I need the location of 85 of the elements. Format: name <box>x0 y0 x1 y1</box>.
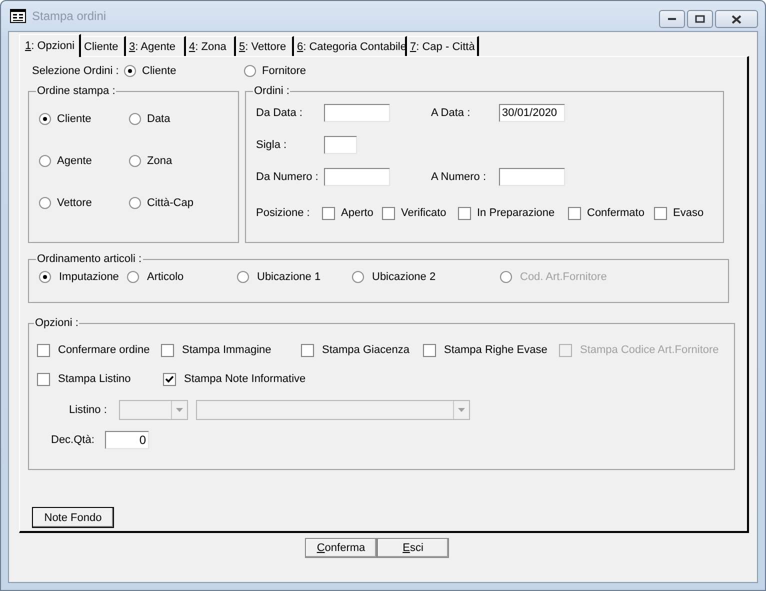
radio-button[interactable] <box>127 271 139 283</box>
radio-label: Cliente <box>57 113 92 125</box>
checkbox-label: In Preparazione <box>477 207 555 219</box>
maximize-icon <box>695 15 705 23</box>
radio-label: Città-Cap <box>147 197 194 209</box>
tab[interactable]: 4: Zona <box>186 36 236 56</box>
input-field[interactable] <box>324 104 390 122</box>
checkbox[interactable] <box>322 206 335 220</box>
dialog-button[interactable]: Esci <box>377 538 449 558</box>
radio-button[interactable] <box>129 113 141 125</box>
minimize-button[interactable] <box>659 10 685 28</box>
group-title: Ordinamento articoli : <box>36 253 143 265</box>
radio-label: Articolo <box>147 271 184 283</box>
window-title: Stampa ordini <box>32 9 108 23</box>
tab[interactable]: 3: Agente <box>126 36 186 56</box>
checkbox[interactable] <box>301 344 314 356</box>
group-title: Ordine stampa : <box>36 85 116 97</box>
group-title: Opzioni : <box>34 317 80 329</box>
radio-label: Zona <box>147 155 172 167</box>
checkbox-label: Stampa Giacenza <box>322 344 410 356</box>
input-field[interactable]: 0 <box>105 431 149 449</box>
radio-button[interactable] <box>39 155 51 167</box>
field-label: A Numero : <box>431 171 488 183</box>
field-label: Da Numero : <box>256 171 320 183</box>
radio-label: Fornitore <box>262 65 306 77</box>
checkbox-label: Aperto <box>341 207 374 219</box>
checkbox-label: Stampa Note Informative <box>184 373 306 385</box>
input-field[interactable] <box>499 168 565 186</box>
checkbox[interactable] <box>37 372 50 386</box>
input-field[interactable]: 30/01/2020 <box>499 104 565 122</box>
group-title: Ordini : <box>253 85 290 97</box>
radio-button[interactable] <box>244 65 256 77</box>
field-label: A Data : <box>431 107 472 119</box>
checkbox[interactable] <box>423 344 436 356</box>
radio-label: Vettore <box>57 197 92 209</box>
tab[interactable]: 1: Opzioni <box>19 34 81 57</box>
input-field[interactable] <box>324 168 390 186</box>
field-label: Posizione : <box>256 207 311 219</box>
checkbox[interactable] <box>654 206 667 220</box>
checkbox-label: Verificato <box>401 207 446 219</box>
checkbox[interactable] <box>163 372 176 386</box>
radio-label: Imputazione <box>59 271 119 283</box>
radio-button[interactable] <box>352 271 364 283</box>
field-label: Dec.Qtà: <box>51 434 96 446</box>
radio-button[interactable] <box>39 197 51 209</box>
radio-label: Data <box>147 113 170 125</box>
radio-button[interactable] <box>129 197 141 209</box>
checkbox[interactable] <box>161 344 174 356</box>
tab[interactable]: Cliente <box>81 36 126 56</box>
checkbox-label: Stampa Immagine <box>182 344 272 356</box>
checkbox-label: Confermare ordine <box>58 344 150 356</box>
tab[interactable]: 7: Cap - Città <box>407 36 479 56</box>
form-icon <box>10 9 26 23</box>
radio-label: Ubicazione 2 <box>372 271 436 283</box>
checkbox[interactable] <box>382 206 395 220</box>
radio-button[interactable] <box>39 113 51 125</box>
dialog-button[interactable]: Conferma <box>305 538 377 558</box>
field-label: Listino : <box>69 404 108 416</box>
checkbox-label: Stampa Listino <box>58 373 131 385</box>
checkbox[interactable] <box>37 344 50 356</box>
maximize-button[interactable] <box>687 10 713 28</box>
checkbox-label: Confermato <box>587 207 644 219</box>
close-icon <box>731 14 742 24</box>
radio-button[interactable] <box>237 271 249 283</box>
radio-label: Cod. Art.Fornitore <box>520 271 607 283</box>
checkbox[interactable] <box>458 206 471 220</box>
radio-button[interactable] <box>129 155 141 167</box>
checkbox[interactable] <box>568 206 581 220</box>
tab[interactable]: 6: Categoria Contabile <box>294 36 407 56</box>
field-label: Sigla : <box>256 139 288 151</box>
note-button[interactable]: Note Fondo <box>32 507 114 528</box>
field-label: Da Data : <box>256 107 304 119</box>
input-field[interactable] <box>324 136 357 154</box>
radio-button[interactable] <box>124 65 136 77</box>
field-label: Selezione Ordini : <box>31 65 120 77</box>
radio-label: Ubicazione 1 <box>257 271 321 283</box>
checkbox-label: Evaso <box>673 207 704 219</box>
minimize-icon <box>667 17 677 21</box>
checkbox-label: Stampa Righe Evase <box>444 344 548 356</box>
radio-label: Agente <box>57 155 92 167</box>
close-button[interactable] <box>715 10 758 28</box>
radio-button[interactable] <box>39 271 51 283</box>
checkbox-label: Stampa Codice Art.Fornitore <box>580 344 719 356</box>
tab[interactable]: 5: Vettore <box>236 36 294 56</box>
radio-label: Cliente <box>142 65 176 77</box>
